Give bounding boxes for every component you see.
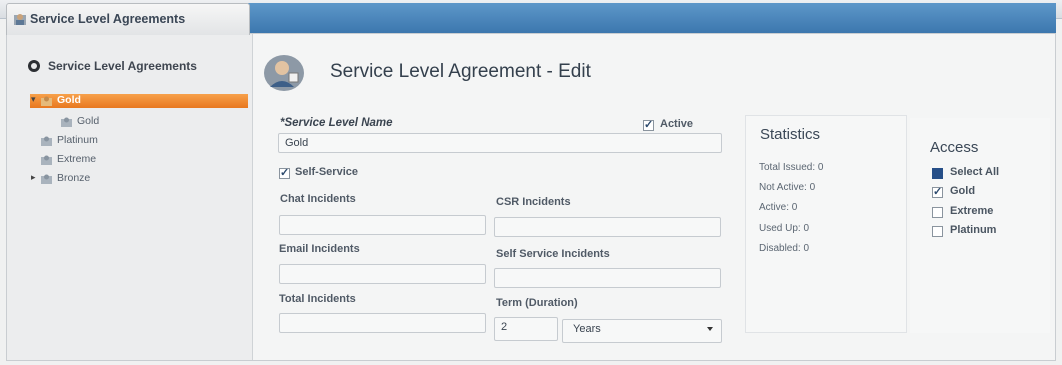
service-level-name-input[interactable]: Gold — [278, 133, 722, 153]
statistics-title: Statistics — [760, 126, 821, 143]
access-extreme-checkbox[interactable] — [932, 207, 943, 218]
sidebar-item-gold[interactable]: ▾ Gold — [30, 94, 248, 108]
select-all-label: Select All — [950, 166, 1000, 178]
chat-incidents-input[interactable] — [279, 215, 486, 235]
access-platinum-label: Platinum — [950, 224, 997, 236]
sla-tree-icon — [41, 174, 52, 184]
term-unit-dropdown[interactable]: Years — [562, 319, 722, 343]
self-service-label: Self-Service — [295, 166, 358, 178]
chevron-down-icon — [707, 327, 713, 331]
stat-active: Active: 0 — [759, 202, 798, 213]
access-extreme-label: Extreme — [950, 205, 994, 217]
sidebar — [7, 34, 253, 360]
tab-service-level-agreements[interactable]: Service Level Agreements — [6, 3, 250, 35]
stat-used-up: Used Up: 0 — [759, 223, 810, 234]
access-title: Access — [930, 139, 979, 156]
csr-incidents-label: CSR Incidents — [496, 196, 571, 208]
sidebar-item-label: Gold — [57, 94, 81, 106]
total-incidents-label: Total Incidents — [279, 293, 356, 305]
sidebar-item-label: Gold — [77, 115, 100, 127]
self-service-incidents-label: Self Service Incidents — [496, 248, 610, 260]
access-gold-label: Gold — [950, 185, 976, 197]
sidebar-item-label: Extreme — [57, 153, 97, 165]
sla-edit-icon — [264, 55, 304, 91]
tab-strip-bar — [248, 3, 1056, 33]
term-value-input[interactable]: 2 — [494, 317, 558, 341]
self-service-incidents-input[interactable] — [494, 268, 721, 288]
total-incidents-input[interactable] — [279, 313, 486, 333]
csr-incidents-input[interactable] — [494, 217, 721, 237]
access-gold-checkbox[interactable] — [932, 185, 943, 198]
radio-circle-icon — [28, 60, 40, 72]
access-platinum-checkbox[interactable] — [932, 226, 943, 237]
sla-tree-icon — [41, 96, 52, 106]
email-incidents-label: Email Incidents — [279, 243, 360, 255]
tab-label: Service Level Agreements — [30, 12, 186, 26]
sla-tree-icon — [61, 117, 72, 127]
sidebar-header-label: Service Level Agreements — [48, 59, 197, 73]
sla-icon — [14, 14, 26, 25]
page-title: Service Level Agreement - Edit — [330, 61, 591, 82]
sla-tree-icon — [41, 155, 52, 165]
stat-disabled: Disabled: 0 — [759, 243, 810, 254]
active-label: Active — [660, 118, 694, 130]
select-all-checkbox[interactable] — [932, 168, 943, 179]
term-duration-label: Term (Duration) — [496, 297, 578, 309]
stat-total-issued: Total Issued: 0 — [759, 162, 824, 173]
service-level-name-label: *Service Level Name — [280, 117, 393, 129]
collapse-arrow-icon[interactable]: ▸ — [31, 172, 36, 183]
self-service-checkbox[interactable] — [279, 166, 290, 179]
sla-tree-icon — [41, 136, 52, 146]
active-checkbox[interactable] — [643, 118, 654, 131]
sidebar-item-label: Bronze — [57, 172, 91, 184]
email-incidents-input[interactable] — [279, 264, 486, 284]
chat-incidents-label: Chat Incidents — [280, 193, 356, 205]
term-unit-value: Years — [573, 323, 601, 335]
expand-arrow-icon[interactable]: ▾ — [31, 94, 36, 105]
stat-not-active: Not Active: 0 — [759, 182, 816, 193]
sidebar-item-label: Platinum — [57, 134, 98, 146]
